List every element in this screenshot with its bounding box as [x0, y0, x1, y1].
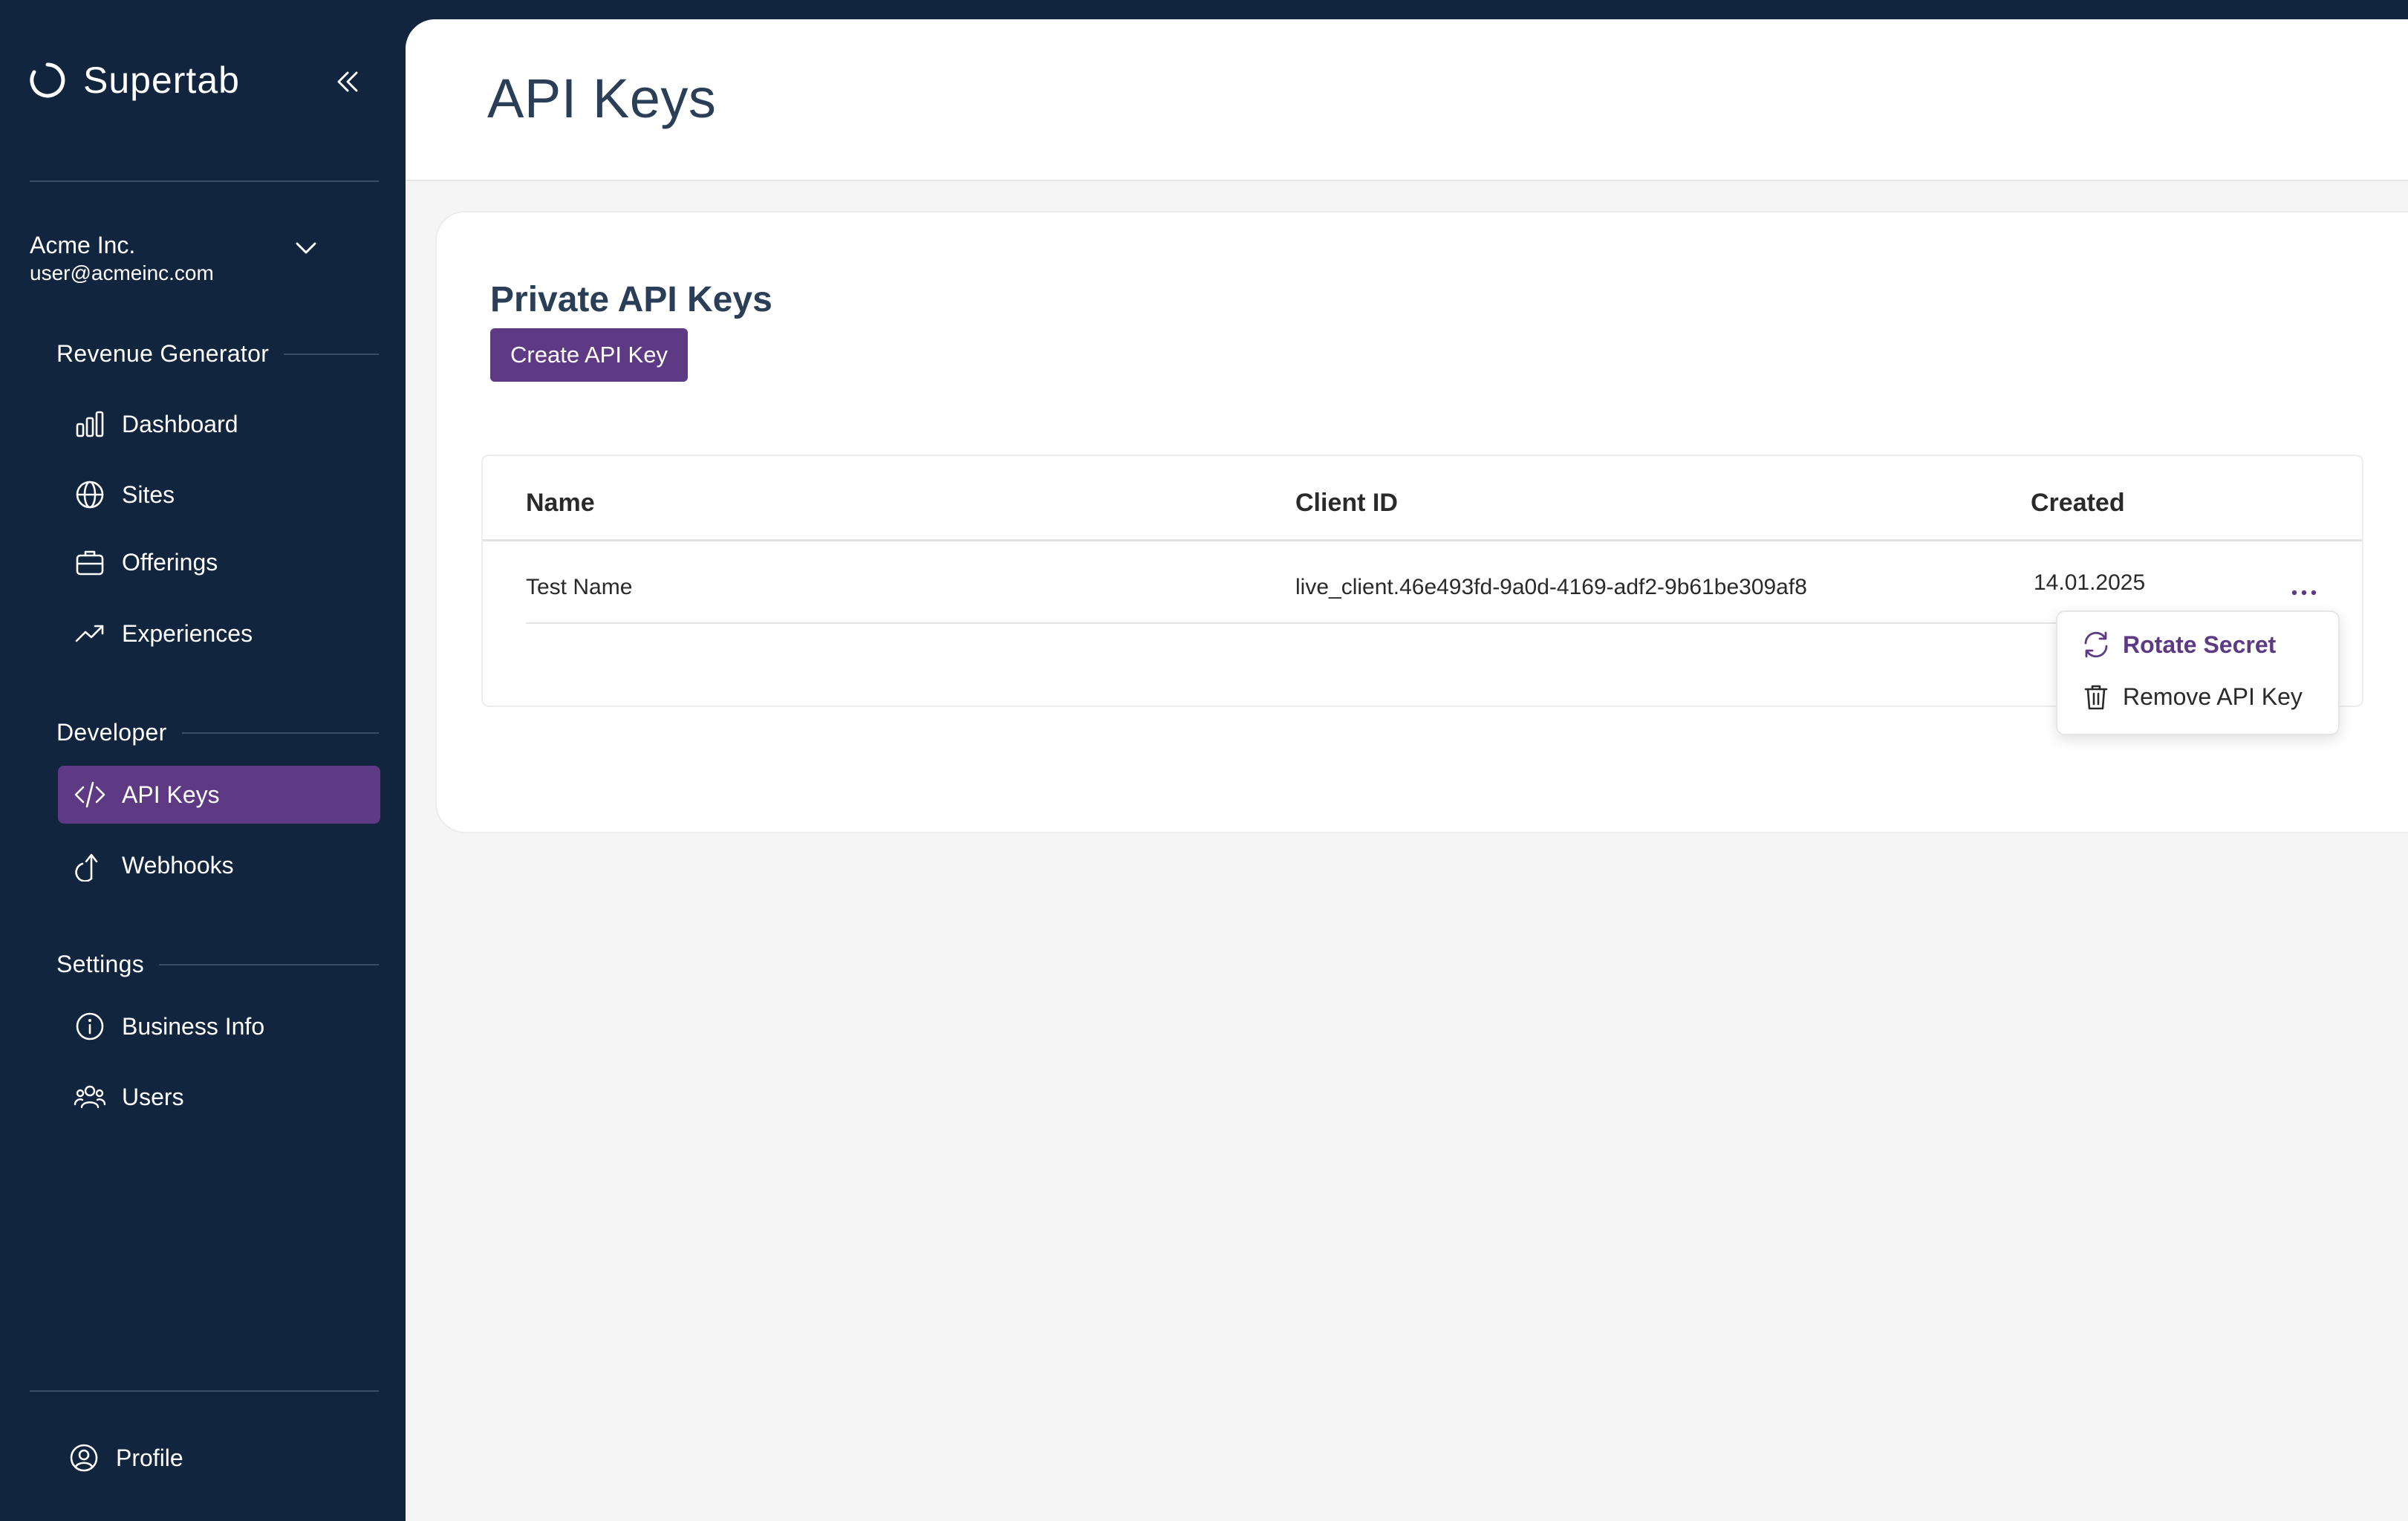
rotate-secret-menu-item[interactable]: Rotate Secret	[2080, 625, 2276, 664]
sidebar-item-users[interactable]: Users	[58, 1068, 380, 1126]
users-icon	[73, 1080, 107, 1114]
sidebar-item-label: Webhooks	[122, 851, 234, 879]
section-title-developer: Developer	[56, 719, 379, 746]
sidebar: Supertab Acme Inc. user@acmeinc.com Reve…	[0, 0, 406, 1521]
user-circle-icon	[67, 1441, 101, 1475]
account-email: user@acmeinc.com	[30, 261, 214, 284]
sidebar-item-experiences[interactable]: Experiences	[58, 605, 380, 662]
sidebar-item-label: Business Info	[122, 1012, 265, 1040]
rotate-secret-label: Rotate Secret	[2123, 631, 2277, 658]
sidebar-item-label: Dashboard	[122, 410, 238, 437]
page-title: API Keys	[487, 68, 717, 129]
card-title: Private API Keys	[490, 280, 772, 319]
chevron-down-icon[interactable]	[291, 233, 321, 263]
api-keys-card: Private API Keys Create API Key Name Cli…	[435, 211, 2408, 833]
section-title-revenue-generator: Revenue Generator	[56, 340, 379, 368]
cell-name: Test Name	[526, 575, 633, 599]
row-more-options-icon[interactable]	[2283, 581, 2325, 605]
sidebar-item-label: Sites	[122, 481, 175, 508]
sidebar-item-dashboard[interactable]: Dashboard	[58, 395, 380, 453]
brand-ring-icon	[28, 61, 67, 100]
sidebar-item-offerings[interactable]: Offerings	[58, 533, 380, 591]
section-title-label: Developer	[56, 719, 167, 746]
create-api-key-button[interactable]: Create API Key	[490, 328, 688, 382]
sidebar-item-label: Experiences	[122, 619, 253, 647]
globe-icon	[73, 478, 107, 512]
sidebar-item-sites[interactable]: Sites	[58, 466, 380, 524]
section-title-label: Settings	[56, 951, 145, 977]
code-icon	[73, 778, 107, 812]
trending-up-icon	[73, 616, 107, 651]
sidebar-item-label: Users	[122, 1083, 184, 1110]
info-icon	[73, 1009, 107, 1043]
page-header: API Keys	[406, 19, 2408, 181]
account-switcher[interactable]: Acme Inc. user@acmeinc.com	[30, 230, 327, 287]
column-header-client-id: Client ID	[1295, 489, 1398, 517]
sidebar-item-webhooks[interactable]: Webhooks	[58, 836, 380, 894]
table-header-divider	[483, 539, 2362, 541]
webhook-icon	[73, 848, 107, 882]
sidebar-item-label: Profile	[116, 1444, 183, 1471]
account-name: Acme Inc.	[30, 232, 136, 258]
sidebar-divider	[30, 1390, 379, 1392]
column-header-created: Created	[2031, 489, 2125, 517]
cell-created: 14.01.2025	[2034, 570, 2146, 595]
sidebar-item-api-keys[interactable]: API Keys	[58, 766, 380, 824]
collapse-sidebar-icon[interactable]	[331, 65, 364, 98]
remove-api-key-menu-item[interactable]: Remove API Key	[2080, 677, 2303, 716]
sidebar-divider	[30, 180, 379, 182]
briefcase-icon	[73, 545, 107, 579]
brand[interactable]: Supertab	[28, 56, 240, 104]
table-row-divider	[526, 622, 2323, 624]
sidebar-item-label: API Keys	[122, 781, 220, 808]
sidebar-item-label: Offerings	[122, 548, 218, 576]
refresh-icon	[2080, 628, 2112, 661]
section-title-settings: Settings	[56, 951, 379, 978]
cell-client-id: live_client.46e493fd-9a0d-4169-adf2-9b61…	[1295, 575, 1807, 599]
main-content: API Keys Private API Keys Create API Key…	[406, 19, 2408, 1521]
brand-name: Supertab	[83, 59, 240, 101]
section-title-label: Revenue Generator	[56, 340, 270, 367]
sidebar-item-business-info[interactable]: Business Info	[58, 997, 380, 1055]
column-header-name: Name	[526, 489, 595, 517]
row-actions-menu: Rotate Secret Remove API Key	[2056, 610, 2340, 735]
remove-api-key-label: Remove API Key	[2123, 683, 2303, 710]
bar-chart-icon	[73, 407, 107, 441]
trash-icon	[2080, 680, 2112, 713]
sidebar-item-profile[interactable]: Profile	[52, 1429, 374, 1487]
